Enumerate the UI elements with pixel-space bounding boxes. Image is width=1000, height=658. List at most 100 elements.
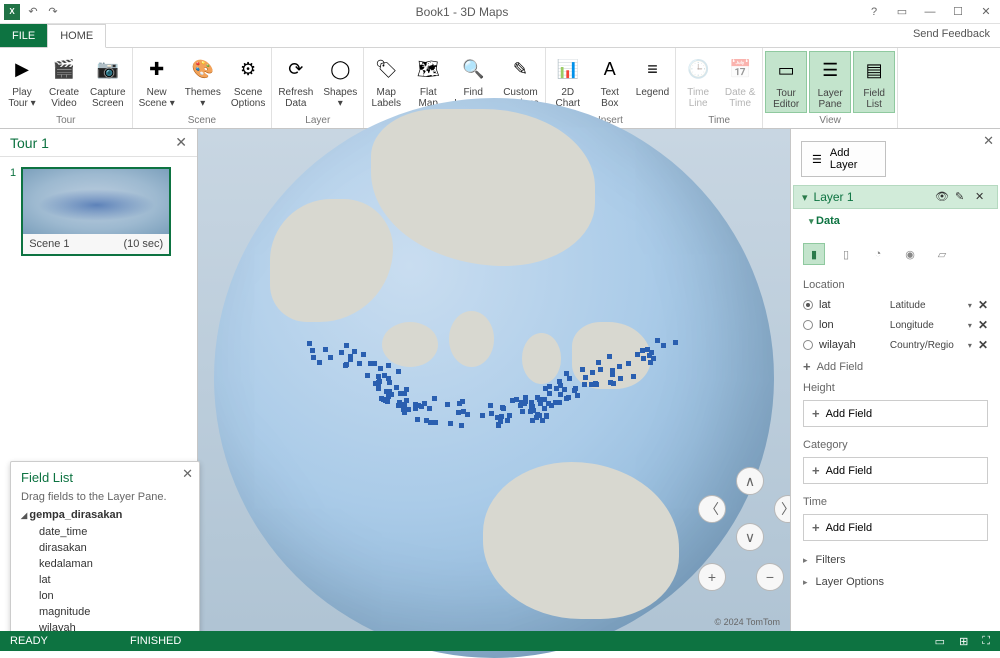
data-point [489,411,494,416]
add-layer-button[interactable]: ☰ Add Layer [801,141,886,177]
visibility-icon[interactable]: 👁 [935,190,949,204]
data-point [590,370,595,375]
status-icon-3[interactable]: ⛶ [982,635,990,648]
data-point [649,350,654,355]
pan-left-button[interactable]: 〈 [698,495,726,523]
data-point [427,406,432,411]
viz-region-button[interactable]: ▱ [931,243,953,265]
layers-icon: ☰ [812,153,822,166]
time-add-field-button[interactable]: +Add Field [803,514,988,541]
zoom-in-button[interactable]: + [698,563,726,591]
remove-field-button[interactable]: ✕ [978,318,988,332]
field-list-button[interactable]: ▤FieldList [853,51,895,113]
viz-stacked-column-button[interactable]: ▮ [803,243,825,265]
data-point [413,406,418,411]
excel-icon: X [4,4,20,20]
category-add-field-button[interactable]: +Add Field [803,457,988,484]
dropdown-icon[interactable]: ▾ [968,321,972,330]
data-point [617,364,622,369]
rename-icon[interactable]: ✎ [955,190,969,204]
dropdown-icon[interactable]: ▾ [968,301,972,310]
layer-options-toggle[interactable]: ▸Layer Options [791,571,1000,593]
play-tour-button[interactable]: ▶PlayTour ▾ [2,51,42,113]
data-point [673,340,678,345]
dropdown-icon[interactable]: ▾ [968,341,972,350]
data-point [311,355,316,360]
location-radio-lon[interactable] [803,320,813,330]
height-label: Height [791,378,1000,398]
viz-heatmap-button[interactable]: ◉ [899,243,921,265]
delete-layer-icon[interactable]: ✕ [975,190,989,204]
ribbon-toggle-button[interactable]: ▭ [892,5,912,19]
capture-screen-button[interactable]: 📷CaptureScreen [86,51,130,113]
data-point [573,386,578,391]
viz-clustered-column-button[interactable]: ▯ [835,243,857,265]
data-point [611,381,616,386]
field-dirasakan[interactable]: dirasakan [21,540,189,556]
map-canvas[interactable]: ∧ 〈 〉 ∨ + − © 2024 TomTom [198,129,790,631]
status-icon-2[interactable]: ⊞ [959,635,968,648]
layer-header[interactable]: ▾ Layer 1 👁 ✎ ✕ [793,185,998,209]
scene-card[interactable]: Scene 1 (10 sec) [21,167,171,256]
data-point [368,361,373,366]
remove-field-button[interactable]: ✕ [978,338,988,352]
data-point [445,402,450,407]
remove-field-button[interactable]: ✕ [978,298,988,312]
location-type-select[interactable]: Longitude [890,320,962,331]
minimize-button[interactable]: — [920,5,940,19]
create-video-button[interactable]: 🎬CreateVideo [44,51,84,113]
close-button[interactable]: ✕ [976,5,996,19]
location-type-select[interactable]: Latitude [890,300,962,311]
field-kedalaman[interactable]: kedalaman [21,556,189,572]
file-tab[interactable]: FILE [0,24,47,47]
data-section-toggle[interactable]: Data [801,215,990,227]
field-magnitude[interactable]: magnitude [21,604,189,620]
redo-button[interactable]: ↷ [46,5,60,19]
height-add-field-button[interactable]: +Add Field [803,400,988,427]
field-lat[interactable]: lat [21,572,189,588]
data-point [564,371,569,376]
data-point [557,400,562,405]
location-add-field-button[interactable]: +Add Field [791,355,1000,378]
tilt-down-button[interactable]: ∨ [736,523,764,551]
data-point [376,374,381,379]
location-label: Location [791,275,1000,295]
new-scene-button[interactable]: ✚NewScene ▾ [135,51,179,113]
viz-bubble-button[interactable]: ◔ [867,243,889,265]
tour-editor-icon: ▭ [770,54,802,86]
data-point [547,391,552,396]
maximize-button[interactable]: ☐ [948,5,968,19]
find-location-icon: 🔍 [457,53,489,85]
data-point [540,418,545,423]
data-point [386,376,391,381]
data-point [339,350,344,355]
field-list-close-button[interactable]: ✕ [182,466,193,482]
refresh-data-icon: ⟳ [280,53,312,85]
help-button[interactable]: ? [864,5,884,19]
field-list-panel[interactable]: ✕ Field List Drag fields to the Layer Pa… [10,461,200,645]
field-date_time[interactable]: date_time [21,524,189,540]
tour-pane-close-button[interactable]: ✕ [175,134,187,151]
data-point [376,382,381,387]
tilt-up-button[interactable]: ∧ [736,467,764,495]
field-lon[interactable]: lon [21,588,189,604]
data-point [567,376,572,381]
text-box-icon: A [594,53,626,85]
location-radio-lat[interactable] [803,300,813,310]
data-point [544,413,549,418]
data-point [396,369,401,374]
location-radio-wilayah[interactable] [803,340,813,350]
data-point [505,418,510,423]
location-type-select[interactable]: Country/Regio [890,340,962,351]
filters-toggle[interactable]: ▸Filters [791,549,1000,571]
undo-button[interactable]: ↶ [26,5,40,19]
layer-pane-close-button[interactable]: ✕ [983,133,994,149]
home-tab[interactable]: HOME [47,24,106,48]
data-point [549,403,554,408]
create-video-icon: 🎬 [48,53,80,85]
send-feedback-link[interactable]: Send Feedback [913,28,990,40]
layer-pane-button[interactable]: ☰LayerPane [809,51,851,113]
field-list-table[interactable]: gempa_dirasakan [21,509,189,521]
status-icon-1[interactable]: ▭ [935,635,945,648]
zoom-out-button[interactable]: − [756,563,784,591]
